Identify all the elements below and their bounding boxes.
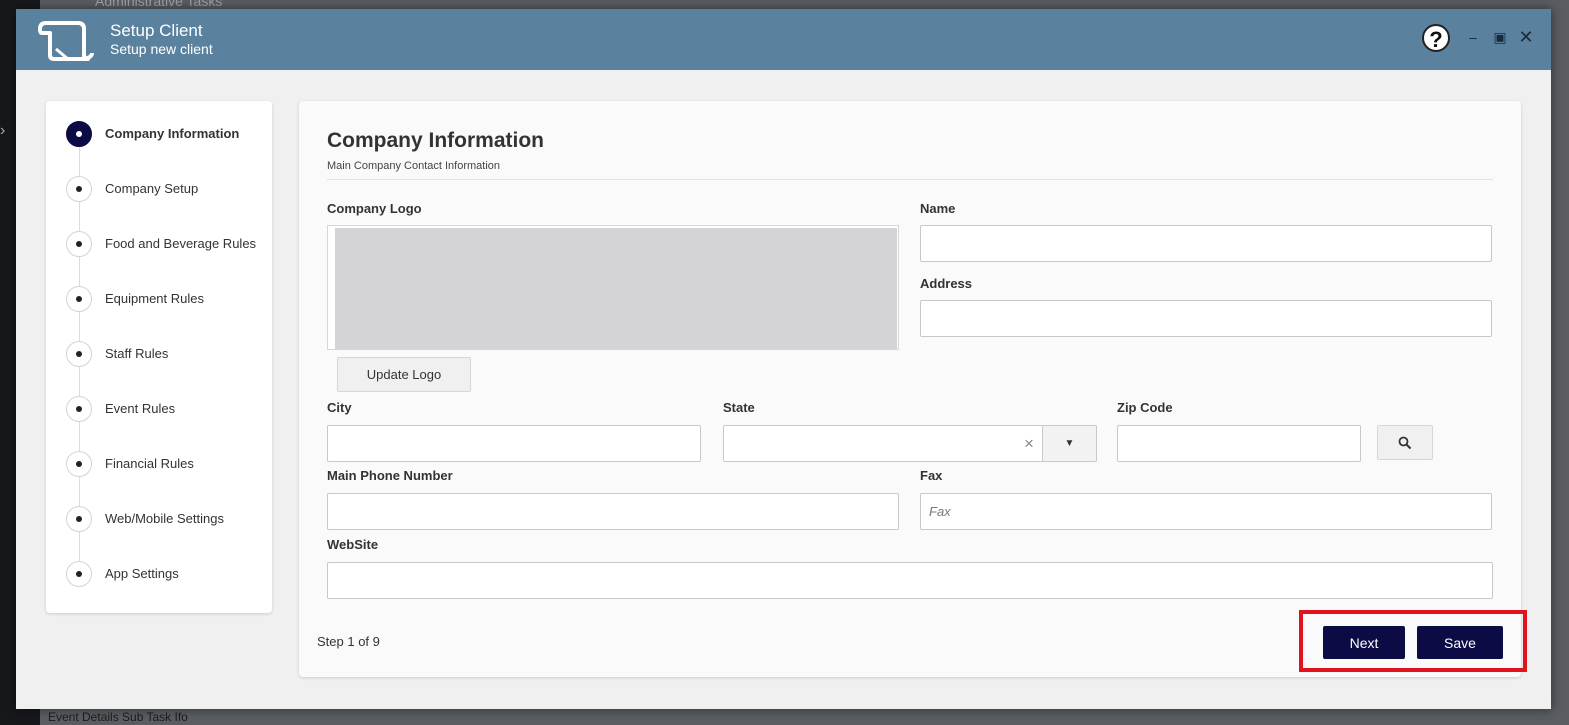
step-dot-icon (66, 341, 92, 367)
step-label: Company Information (105, 126, 240, 141)
city-label: City (327, 400, 352, 415)
state-label: State (723, 400, 755, 415)
dialog-header: Setup Client Setup new client ? – ▣ ✕ (16, 9, 1551, 70)
step-label: Company Setup (105, 181, 199, 196)
step-dot-icon (66, 231, 92, 257)
company-logo-label: Company Logo (327, 201, 422, 216)
step-label: Event Rules (105, 401, 176, 416)
panel-title: Company Information (327, 129, 545, 152)
company-logo-preview (327, 225, 899, 350)
step-web-mobile-settings[interactable]: Web/Mobile Settings (66, 506, 266, 532)
search-icon (1398, 436, 1412, 450)
background-bottom-text: Event Details Sub Task Ifo (48, 710, 188, 724)
panel-subtitle: Main Company Contact Information (327, 160, 501, 172)
step-dot-icon (66, 286, 92, 312)
step-label: Equipment Rules (105, 291, 204, 306)
step-event-rules[interactable]: Event Rules (66, 396, 266, 422)
step-dot-icon (66, 121, 92, 147)
step-label: Staff Rules (105, 346, 169, 361)
website-input[interactable] (327, 562, 1493, 599)
step-label: Web/Mobile Settings (105, 511, 224, 526)
wizard-stepper: Company Information Company Setup Food a… (46, 101, 272, 613)
zip-code-label: Zip Code (1117, 400, 1173, 415)
fax-label: Fax (920, 468, 943, 483)
step-dot-icon (66, 561, 92, 587)
clear-icon[interactable]: × (1024, 434, 1034, 454)
update-logo-button[interactable]: Update Logo (337, 357, 471, 392)
address-label: Address (920, 276, 973, 291)
state-select[interactable]: × ▼ (723, 425, 1097, 462)
dialog-title: Setup Client (110, 21, 203, 40)
step-dot-icon (66, 451, 92, 477)
name-input[interactable] (920, 225, 1492, 262)
step-label: App Settings (105, 566, 179, 581)
step-company-information[interactable]: Company Information (66, 121, 266, 147)
name-label: Name (920, 201, 956, 216)
zip-lookup-button[interactable] (1377, 425, 1433, 460)
main-phone-input[interactable] (327, 493, 899, 530)
setup-client-dialog: Setup Client Setup new client ? – ▣ ✕ Co… (16, 9, 1551, 709)
fax-input[interactable] (920, 493, 1492, 530)
city-input[interactable] (327, 425, 701, 462)
main-phone-label: Main Phone Number (327, 468, 453, 483)
address-input[interactable] (920, 300, 1492, 337)
chevron-right-icon: › (0, 122, 6, 139)
close-button[interactable]: ✕ (1517, 28, 1535, 46)
background-top-text: Administrative Tasks (95, 0, 223, 9)
logo-placeholder (335, 228, 897, 349)
step-dot-icon (66, 396, 92, 422)
dialog-subtitle: Setup new client (110, 41, 213, 57)
step-label: Financial Rules (105, 456, 194, 471)
step-equipment-rules[interactable]: Equipment Rules (66, 286, 266, 312)
website-label: WebSite (327, 537, 379, 552)
next-button[interactable]: Next (1323, 626, 1405, 659)
save-button[interactable]: Save (1417, 626, 1503, 659)
zip-code-input[interactable] (1117, 425, 1361, 462)
step-counter: Step 1 of 9 (317, 634, 380, 649)
step-dot-icon (66, 506, 92, 532)
caret-down-icon[interactable]: ▼ (1042, 426, 1096, 461)
help-icon[interactable]: ? (1422, 24, 1450, 52)
step-dot-icon (66, 176, 92, 202)
minimize-button[interactable]: – (1464, 28, 1482, 46)
scroll-icon (38, 21, 94, 61)
step-financial-rules[interactable]: Financial Rules (66, 451, 266, 477)
step-food-and-beverage-rules[interactable]: Food and Beverage Rules (66, 231, 266, 257)
step-company-setup[interactable]: Company Setup (66, 176, 266, 202)
step-app-settings[interactable]: App Settings (66, 561, 266, 587)
step-staff-rules[interactable]: Staff Rules (66, 341, 266, 367)
panel-divider (327, 179, 1493, 180)
step-label: Food and Beverage Rules (105, 236, 257, 251)
company-information-panel: Company Information Main Company Contact… (299, 101, 1527, 677)
maximize-button[interactable]: ▣ (1491, 28, 1509, 46)
